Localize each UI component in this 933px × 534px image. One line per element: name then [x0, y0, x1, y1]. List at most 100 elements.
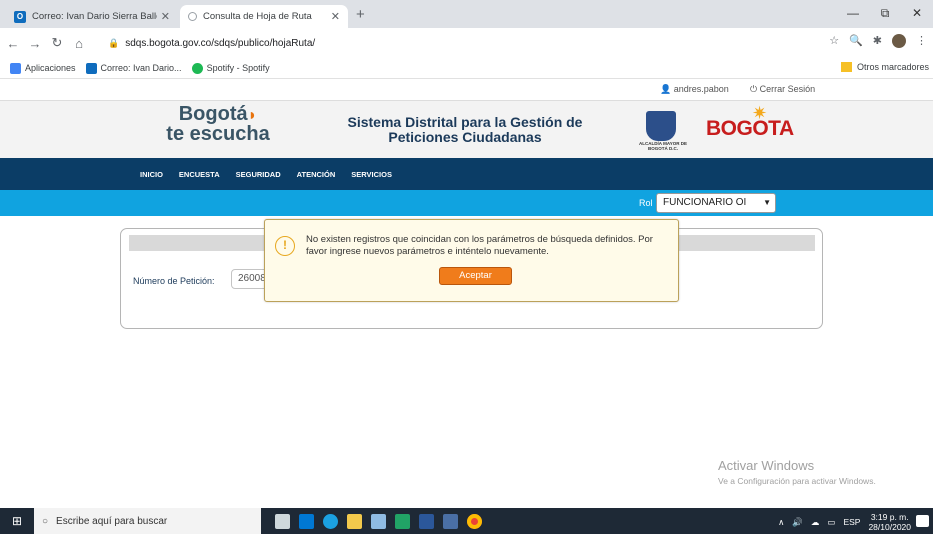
close-icon[interactable]: ✕ [161, 10, 170, 23]
site-header: Bogotá◗ te escucha Sistema Distrital par… [0, 100, 933, 158]
taskbar-search[interactable]: ○ Escribe aquí para buscar [34, 508, 261, 534]
lock-icon: 🔒 [108, 37, 120, 48]
tab-title: Correo: Ivan Dario Sierra Balleste [32, 11, 157, 22]
role-bar: Rol FUNCIONARIO OI ▼ [0, 190, 933, 216]
bookmark-apps[interactable]: Aplicaciones [10, 62, 76, 74]
file-explorer-icon[interactable] [347, 513, 362, 529]
peticion-label: Número de Petición: [133, 276, 215, 286]
user-name: andres.pabon [673, 84, 729, 94]
accept-button[interactable]: Aceptar [439, 267, 512, 285]
reload-icon[interactable]: ↻ [48, 35, 66, 51]
bookmark-label: Otros marcadores [856, 62, 929, 72]
language-indicator[interactable]: ESP [843, 517, 860, 527]
chrome-icon[interactable] [467, 513, 482, 529]
mail-icon[interactable] [299, 513, 314, 529]
page-icon [188, 12, 197, 21]
window-controls: — ⧉ ✕ [837, 0, 933, 28]
minimize-button[interactable]: — [837, 0, 869, 28]
apps-grid-icon [10, 62, 21, 74]
edge-icon[interactable] [323, 513, 338, 529]
star-logo-icon: ✷ [752, 103, 768, 123]
url-text: sdqs.bogota.gov.co/sdqs/publico/hojaRuta… [125, 37, 316, 49]
home-icon[interactable]: ⌂ [70, 36, 88, 51]
nav-encuesta[interactable]: ENCUESTA [179, 170, 220, 179]
bookmark-label: Correo: Ivan Dario... [100, 63, 182, 73]
notifications-icon[interactable] [916, 515, 929, 527]
nav-atencion[interactable]: ATENCIÓN [297, 170, 336, 179]
back-icon[interactable]: ← [4, 36, 22, 51]
word-icon[interactable] [419, 513, 434, 529]
menu-icon[interactable]: ⋮ [916, 34, 927, 48]
system-title-line2: Peticiones Ciudadanas [388, 129, 542, 145]
extension-icons: ☆ 🔍 ✱ ⋮ [829, 34, 927, 48]
bogota-te-escucha-logo[interactable]: Bogotá◗ te escucha [158, 103, 278, 145]
bookmarks-bar: Aplicaciones Correo: Ivan Dario... Spoti… [0, 58, 933, 79]
system-title-line1: Sistema Distrital para la Gestión de [347, 114, 583, 130]
search-placeholder: Escribe aquí para buscar [56, 515, 168, 527]
rol-label: Rol [639, 198, 653, 208]
calculator-icon[interactable] [443, 513, 458, 529]
bookmark-label: Aplicaciones [25, 63, 76, 73]
search-icon: ○ [42, 515, 49, 527]
user-bar: 👤 andres.pabon ⏻ Cerrar Sesión [0, 80, 933, 100]
nav-inicio[interactable]: INICIO [140, 170, 163, 179]
excel-icon[interactable] [395, 513, 410, 529]
browser-tab-strip: O Correo: Ivan Dario Sierra Balleste ✕ C… [0, 0, 933, 28]
windows-start-icon[interactable]: ⊞ [6, 508, 28, 534]
power-icon: ⏻ [750, 84, 760, 94]
watermark-title: Activar Windows [718, 458, 815, 473]
bookmark-correo[interactable]: Correo: Ivan Dario... [85, 62, 182, 74]
system-tray: ∧ 🔊 ☁ ▭ ESP 3:19 p. m. 28/10/2020 [778, 512, 911, 532]
rol-select[interactable]: FUNCIONARIO OI ▼ [656, 193, 776, 213]
watermark-subtitle: Ve a Configuración para activar Windows. [718, 476, 876, 486]
chevron-down-icon: ▼ [763, 198, 771, 207]
volume-icon[interactable]: 🔊 [792, 517, 803, 528]
main-nav: INICIO ENCUESTA SEGURIDAD ATENCIÓN SERVI… [0, 158, 933, 190]
tab-title: Consulta de Hoja de Ruta [203, 11, 312, 22]
user-icon: 👤 [660, 84, 674, 94]
forward-icon[interactable]: → [26, 36, 44, 51]
zoom-icon[interactable]: 🔍 [849, 34, 863, 48]
clock[interactable]: 3:19 p. m. 28/10/2020 [868, 512, 911, 532]
bookmark-spotify[interactable]: Spotify - Spotify [191, 62, 270, 74]
tab-hoja-de-ruta[interactable]: Consulta de Hoja de Ruta ✕ [180, 5, 348, 28]
bookmark-label: Spotify - Spotify [206, 63, 270, 73]
alcaldia-label: ALCALDÍA MAYOR DE BOGOTÁ D.C. [639, 141, 687, 151]
extensions-icon[interactable]: ✱ [873, 34, 882, 48]
clock-time: 3:19 p. m. [870, 512, 909, 522]
warning-icon: ! [275, 236, 295, 256]
onedrive-icon[interactable]: ☁ [811, 517, 820, 528]
windows-taskbar: ⊞ ○ Escribe aquí para buscar ∧ 🔊 ☁ ▭ ESP… [0, 508, 933, 534]
address-bar[interactable]: 🔒 sdqs.bogota.gov.co/sdqs/publico/hojaRu… [108, 32, 844, 54]
logout-label: Cerrar Sesión [759, 84, 816, 94]
task-view-icon[interactable] [275, 513, 290, 529]
star-icon[interactable]: ☆ [829, 34, 839, 48]
network-icon[interactable]: ▭ [827, 517, 835, 528]
folder-icon [840, 62, 852, 72]
other-bookmarks[interactable]: Otros marcadores [840, 62, 929, 72]
clock-date: 28/10/2020 [868, 522, 911, 532]
new-tab-button[interactable]: + [356, 6, 365, 23]
nav-seguridad[interactable]: SEGURIDAD [236, 170, 281, 179]
store-icon[interactable] [371, 513, 386, 529]
close-window-button[interactable]: ✕ [901, 0, 933, 28]
taskbar-apps [275, 513, 482, 529]
coat-of-arms-icon [646, 111, 676, 141]
tray-chevron-icon[interactable]: ∧ [778, 517, 784, 528]
logout-link[interactable]: ⏻ Cerrar Sesión [750, 84, 815, 95]
logo-line1: Bogotá [178, 103, 248, 125]
profile-avatar[interactable] [892, 34, 906, 48]
outlook-icon [85, 62, 97, 74]
spotify-icon [191, 62, 203, 74]
alert-dialog: ! No existen registros que coincidan con… [264, 219, 679, 302]
browser-toolbar: ← → ↻ ⌂ 🔒 sdqs.bogota.gov.co/sdqs/public… [0, 28, 933, 58]
tab-correo[interactable]: O Correo: Ivan Dario Sierra Balleste ✕ [6, 5, 178, 28]
rol-value: FUNCIONARIO OI [663, 197, 747, 208]
close-icon[interactable]: ✕ [331, 10, 340, 23]
outlook-icon: O [14, 10, 26, 23]
user-link[interactable]: 👤 andres.pabon [660, 84, 729, 95]
system-title: Sistema Distrital para la Gestión de Pet… [300, 115, 630, 145]
logo-line2: te escucha [166, 123, 270, 145]
nav-servicios[interactable]: SERVICIOS [351, 170, 392, 179]
restore-button[interactable]: ⧉ [869, 0, 901, 28]
